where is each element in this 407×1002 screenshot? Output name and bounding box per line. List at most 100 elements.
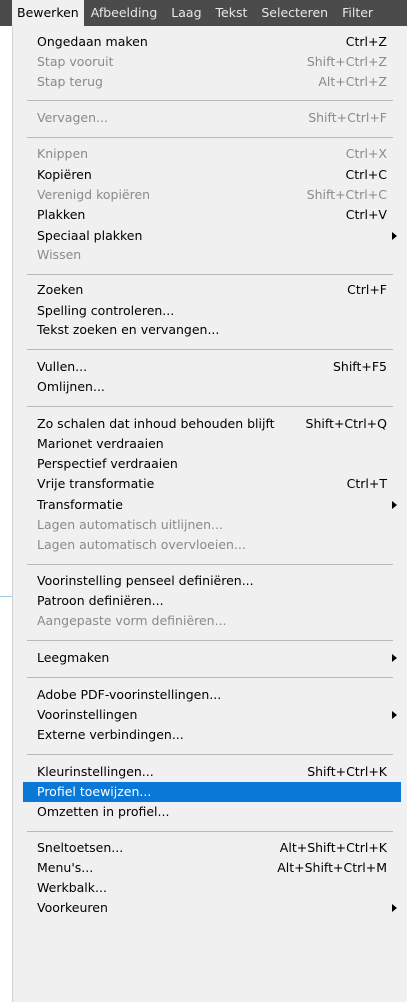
- menu-item-shortcut: Shift+Ctrl+Q: [305, 416, 387, 431]
- menu-item-assign-profile[interactable]: Profiel toewijzen...: [23, 782, 401, 802]
- menu-bewerken[interactable]: Bewerken: [12, 0, 84, 26]
- menu-item-shortcut: Shift+Ctrl+Z: [306, 54, 387, 69]
- edge-marker: [0, 596, 12, 597]
- menu-separator: [27, 831, 393, 832]
- menu-item-presets[interactable]: Voorinstellingen: [23, 705, 401, 725]
- menu-item-label: Aangepaste vorm definiëren...: [37, 613, 227, 628]
- menu-item-color-settings[interactable]: Kleurinstellingen... Shift+Ctrl+K: [23, 762, 401, 782]
- menu-item-shortcut: Ctrl+X: [345, 146, 387, 161]
- menu-item-cut[interactable]: Knippen Ctrl+X: [23, 144, 401, 164]
- menu-item-find-replace-text[interactable]: Tekst zoeken en vervangen...: [23, 320, 401, 340]
- menu-item-remote-connections[interactable]: Externe verbindingen...: [23, 725, 401, 745]
- menu-item-shortcut: Shift+Ctrl+F: [308, 110, 387, 125]
- menu-item-auto-align-layers[interactable]: Lagen automatisch uitlijnen...: [23, 515, 401, 535]
- menu-item-label: Voorkeuren: [37, 900, 108, 915]
- menu-laag[interactable]: Laag: [164, 0, 208, 26]
- menu-item-step-forward[interactable]: Stap vooruit Shift+Ctrl+Z: [23, 52, 401, 72]
- menu-item-shortcut: Shift+Ctrl+C: [306, 187, 387, 202]
- menu-item-label: Adobe PDF-voorinstellingen...: [37, 687, 222, 702]
- menu-item-transform[interactable]: Transformatie: [23, 495, 401, 515]
- menu-separator: [27, 754, 393, 755]
- menu-separator: [27, 677, 393, 678]
- menu-item-stroke[interactable]: Omlijnen...: [23, 377, 401, 397]
- menu-item-free-transform[interactable]: Vrije transformatie Ctrl+T: [23, 474, 401, 494]
- menu-item-perspective-warp[interactable]: Perspectief verdraaien: [23, 454, 401, 474]
- menu-item-shortcut: Shift+F5: [332, 359, 387, 374]
- menu-item-label: Speciaal plakken: [37, 228, 143, 243]
- menu-selecteren[interactable]: Selecteren: [254, 0, 335, 26]
- menu-item-define-custom-shape[interactable]: Aangepaste vorm definiëren...: [23, 611, 401, 631]
- submenu-arrow-icon: [392, 232, 397, 240]
- menu-separator: [27, 564, 393, 565]
- menu-item-adobe-pdf-presets[interactable]: Adobe PDF-voorinstellingen...: [23, 685, 401, 705]
- menu-item-label: Kleurinstellingen...: [37, 764, 154, 779]
- menu-separator: [27, 274, 393, 275]
- menu-item-label: Sneltoetsen...: [37, 840, 124, 855]
- menu-item-fade[interactable]: Vervagen... Shift+Ctrl+F: [23, 108, 401, 128]
- menu-item-define-brush-preset[interactable]: Voorinstelling penseel definiëren...: [23, 571, 401, 591]
- menu-item-label: Externe verbindingen...: [37, 727, 184, 742]
- menu-item-label: Lagen automatisch uitlijnen...: [37, 517, 223, 532]
- background-strip: [0, 26, 12, 1002]
- menu-item-define-pattern[interactable]: Patroon definiëren...: [23, 591, 401, 611]
- menu-item-label: Stap vooruit: [37, 54, 114, 69]
- menu-item-keyboard-shortcuts[interactable]: Sneltoetsen... Alt+Shift+Ctrl+K: [23, 838, 401, 858]
- menu-separator: [27, 349, 393, 350]
- menu-item-label: Verenigd kopiëren: [37, 187, 151, 202]
- menu-item-label: Omzetten in profiel...: [37, 804, 170, 819]
- menu-item-fill[interactable]: Vullen... Shift+F5: [23, 357, 401, 377]
- menu-item-label: Vullen...: [37, 359, 88, 374]
- menu-item-label: Menu's...: [37, 860, 94, 875]
- menu-item-label: Profiel toewijzen...: [37, 784, 152, 799]
- menu-separator: [27, 640, 393, 641]
- menu-item-label: Perspectief verdraaien: [37, 456, 178, 471]
- menu-item-label: Kopiëren: [37, 167, 92, 182]
- menu-item-copy[interactable]: Kopiëren Ctrl+C: [23, 165, 401, 185]
- menu-item-puppet-warp[interactable]: Marionet verdraaien: [23, 434, 401, 454]
- menu-item-label: Knippen: [37, 146, 89, 161]
- menu-item-label: Plakken: [37, 207, 86, 222]
- menu-item-find[interactable]: Zoeken Ctrl+F: [23, 280, 401, 300]
- menu-item-shortcut: Alt+Shift+Ctrl+K: [279, 840, 387, 855]
- submenu-arrow-icon: [392, 654, 397, 662]
- menu-item-paste-special[interactable]: Speciaal plakken: [23, 226, 401, 246]
- submenu-arrow-icon: [392, 904, 397, 912]
- edit-dropdown-menu: Ongedaan maken Ctrl+Z Stap vooruit Shift…: [12, 26, 407, 1002]
- menu-item-shortcut: Alt+Ctrl+Z: [318, 74, 387, 89]
- menu-item-label: Transformatie: [37, 497, 123, 512]
- menu-item-label: Zo schalen dat inhoud behouden blijft: [37, 416, 275, 431]
- menu-item-undo[interactable]: Ongedaan maken Ctrl+Z: [23, 32, 401, 52]
- menu-item-label: Stap terug: [37, 74, 103, 89]
- menu-item-auto-blend-layers[interactable]: Lagen automatisch overvloeien...: [23, 535, 401, 555]
- menu-item-content-aware-scale[interactable]: Zo schalen dat inhoud behouden blijft Sh…: [23, 414, 401, 434]
- menu-item-copy-merged[interactable]: Verenigd kopiëren Shift+Ctrl+C: [23, 185, 401, 205]
- menu-item-check-spelling[interactable]: Spelling controleren...: [23, 301, 401, 321]
- menu-item-label: Omlijnen...: [37, 379, 105, 394]
- menu-item-label: Ongedaan maken: [37, 34, 148, 49]
- menu-item-shortcut: Ctrl+Z: [345, 34, 387, 49]
- menu-item-purge[interactable]: Leegmaken: [23, 648, 401, 668]
- menu-item-shortcut: Ctrl+T: [346, 476, 387, 491]
- menu-filter[interactable]: Filter: [335, 0, 380, 26]
- menu-tekst[interactable]: Tekst: [209, 0, 255, 26]
- menu-item-clear[interactable]: Wissen: [23, 245, 401, 265]
- menu-afbeelding[interactable]: Afbeelding: [84, 0, 165, 26]
- menu-item-label: Spelling controleren...: [37, 303, 175, 318]
- menu-item-label: Voorinstelling penseel definiëren...: [37, 573, 254, 588]
- menu-item-label: Voorinstellingen: [37, 707, 138, 722]
- menu-item-label: Tekst zoeken en vervangen...: [37, 322, 220, 337]
- menu-bar: Bewerken Afbeelding Laag Tekst Selectere…: [0, 0, 407, 26]
- menu-item-toolbar[interactable]: Werkbalk...: [23, 878, 401, 898]
- submenu-arrow-icon: [392, 501, 397, 509]
- menu-item-label: Patroon definiëren...: [37, 593, 164, 608]
- menu-item-menus[interactable]: Menu's... Alt+Shift+Ctrl+M: [23, 858, 401, 878]
- menu-item-preferences[interactable]: Voorkeuren: [23, 898, 401, 918]
- menu-separator: [27, 100, 393, 101]
- menu-item-shortcut: Ctrl+V: [345, 207, 387, 222]
- menu-item-convert-to-profile[interactable]: Omzetten in profiel...: [23, 802, 401, 822]
- submenu-arrow-icon: [392, 711, 397, 719]
- menu-item-paste[interactable]: Plakken Ctrl+V: [23, 205, 401, 225]
- menu-item-shortcut: Alt+Shift+Ctrl+M: [277, 860, 387, 875]
- menu-item-shortcut: Ctrl+C: [345, 167, 387, 182]
- menu-item-step-back[interactable]: Stap terug Alt+Ctrl+Z: [23, 72, 401, 92]
